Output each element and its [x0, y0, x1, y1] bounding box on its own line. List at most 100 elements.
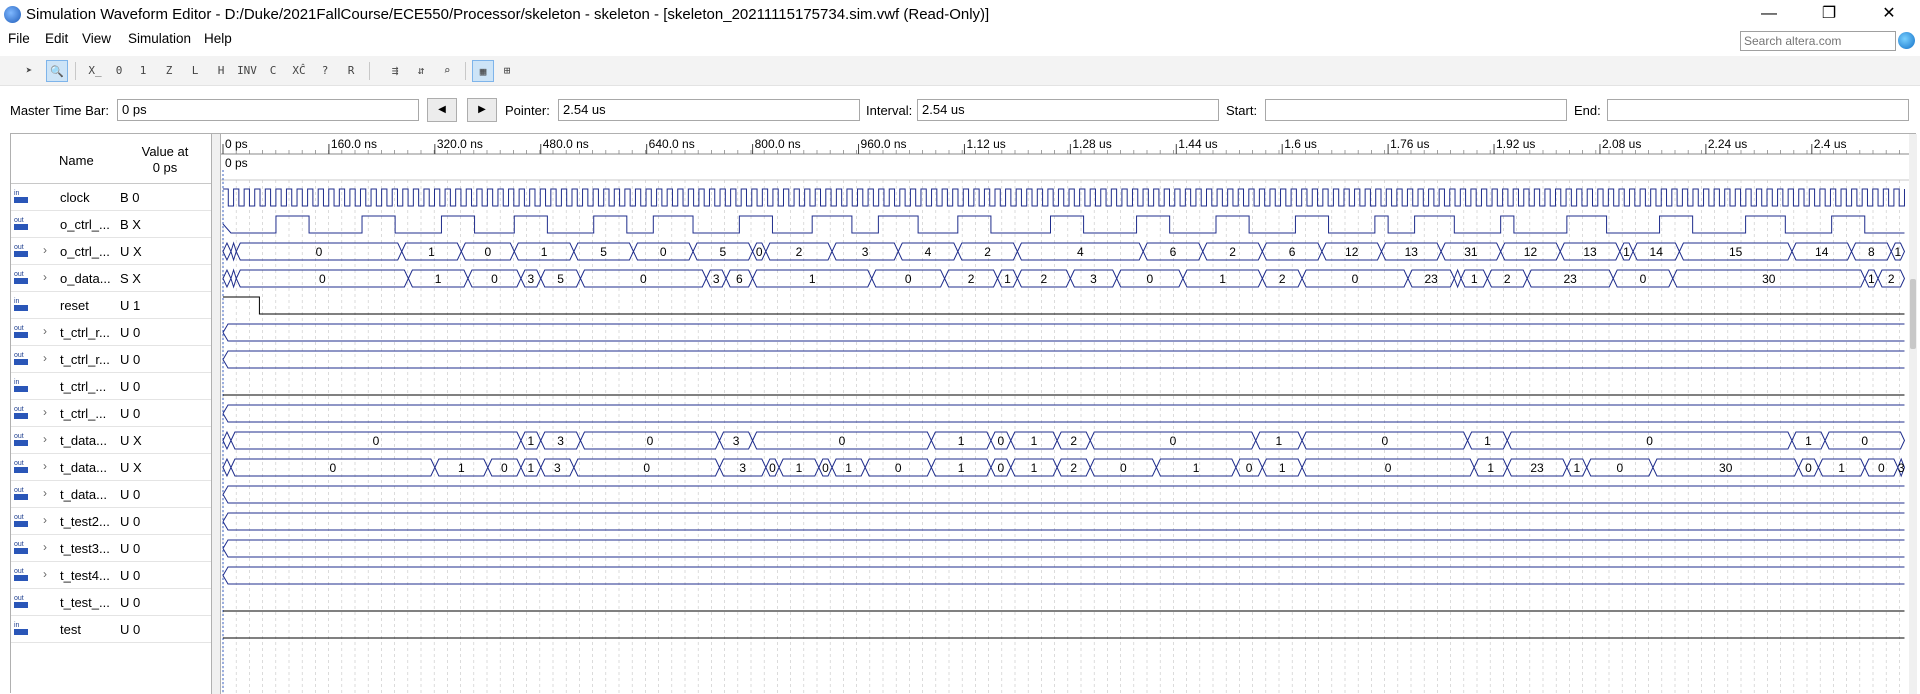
signal-row[interactable]: out › o_data... S X — [11, 265, 211, 292]
bus-value-label: 0 — [330, 461, 337, 475]
force-high-impedance-icon[interactable]: Z — [158, 60, 180, 82]
signal-value: U 0 — [120, 541, 141, 556]
value-column-header[interactable]: Value at 0 ps — [121, 144, 209, 176]
menu-view[interactable]: View — [82, 31, 111, 46]
signal-row[interactable]: out › t_ctrl_... U 0 — [11, 400, 211, 427]
signal-row[interactable]: in t_ctrl_... U 0 — [11, 373, 211, 400]
vertical-scrollbar[interactable] — [1909, 134, 1917, 694]
signal-row[interactable]: out › t_data... U 0 — [11, 481, 211, 508]
search-input[interactable] — [1741, 32, 1895, 50]
bus-value-label: 30 — [1762, 272, 1776, 286]
signal-row[interactable]: out › t_test4... U 0 — [11, 562, 211, 589]
bus-value-label: 8 — [1868, 245, 1875, 259]
signal-name: t_data... — [60, 460, 107, 475]
expand-chevron-icon[interactable]: › — [43, 351, 47, 365]
interval-field[interactable]: 2.54 us — [917, 99, 1219, 121]
expand-chevron-icon[interactable]: › — [43, 486, 47, 500]
output-pin-icon: out — [14, 244, 29, 258]
pin-bar — [14, 629, 28, 635]
signal-row[interactable]: out › o_ctrl_... U X — [11, 238, 211, 265]
force-unknown-icon[interactable]: X̲ — [84, 60, 106, 82]
signal-value: B X — [120, 217, 141, 232]
run-functional-simulation-icon[interactable]: ▦ — [472, 60, 494, 82]
snap-to-grid-icon[interactable]: ⇶ — [384, 60, 406, 82]
expand-chevron-icon[interactable]: › — [43, 513, 47, 527]
expand-chevron-icon[interactable]: › — [43, 540, 47, 554]
bus-value-label: 5 — [557, 272, 564, 286]
pin-bar — [14, 494, 28, 500]
sort-icon[interactable]: ⇵ — [410, 60, 432, 82]
menu-help[interactable]: Help — [204, 31, 232, 46]
previous-transition-button[interactable]: ◀ — [427, 98, 457, 122]
expand-chevron-icon[interactable]: › — [43, 567, 47, 581]
pointer-field[interactable]: 2.54 us — [558, 99, 860, 121]
expand-chevron-icon[interactable]: › — [43, 324, 47, 338]
reset-waveform — [223, 296, 1905, 315]
end-field[interactable] — [1607, 99, 1909, 121]
signal-row[interactable]: out t_test_... U 0 — [11, 589, 211, 616]
close-icon[interactable]: ✕ — [1866, 0, 1912, 28]
signal-row[interactable]: out › t_data... U X — [11, 427, 211, 454]
zoom-tool-icon[interactable]: 🔍 — [46, 60, 68, 82]
force-high-icon[interactable]: 1 — [132, 60, 154, 82]
run-timing-simulation-icon[interactable]: ⊞ — [496, 60, 518, 82]
pin-bar — [14, 386, 28, 392]
waveform-canvas[interactable]: 0 ps 160.0 ns 320.0 ns 480.0 ns 640.0 ns 800.… — [221, 134, 1909, 694]
output-pin-icon: out — [14, 406, 29, 420]
signal-row[interactable]: out › t_data... U X — [11, 454, 211, 481]
signal-row[interactable]: out › t_ctrl_r... U 0 — [11, 346, 211, 373]
bus-value-label: 1 — [1487, 461, 1494, 475]
expand-chevron-icon[interactable]: › — [43, 243, 47, 257]
count-value-icon[interactable]: C — [262, 60, 284, 82]
title-bar: Simulation Waveform Editor - D:/Duke/202… — [0, 0, 1920, 28]
next-transition-button[interactable]: ▶ — [467, 98, 497, 122]
arbitrary-value-icon[interactable]: ? — [314, 60, 336, 82]
bus-segment — [222, 241, 232, 262]
menu-file[interactable]: File — [8, 31, 30, 46]
master-time-bar-field[interactable]: 0 ps — [117, 99, 419, 121]
weak-low-icon[interactable]: L — [184, 60, 206, 82]
signal-value: U 0 — [120, 622, 141, 637]
selection-tool-icon[interactable]: ➤ — [18, 60, 40, 82]
waveform-panel[interactable]: 0 ps 160.0 ns 320.0 ns 480.0 ns 640.0 ns 800.… — [221, 134, 1909, 694]
menu-simulation[interactable]: Simulation — [128, 31, 191, 46]
menu-edit[interactable]: Edit — [45, 31, 68, 46]
panel-splitter[interactable] — [211, 134, 221, 694]
signal-row[interactable]: in reset U 1 — [11, 292, 211, 319]
minimize-icon[interactable]: — — [1746, 0, 1792, 28]
bus-value-label: 3 — [527, 272, 534, 286]
bus-value-label: 1 — [458, 461, 465, 475]
node-finder-icon[interactable]: ⌕ — [436, 60, 458, 82]
bus-value-label: 1 — [809, 272, 816, 286]
expand-chevron-icon[interactable]: › — [43, 432, 47, 446]
signal-row[interactable]: in test U 0 — [11, 616, 211, 643]
bus-value-label: 31 — [1464, 245, 1478, 259]
expand-chevron-icon[interactable]: › — [43, 459, 47, 473]
signal-row[interactable]: out › t_test3... U 0 — [11, 535, 211, 562]
signal-name: t_test4... — [60, 568, 110, 583]
signal-value: B 0 — [120, 190, 140, 205]
search-field[interactable] — [1740, 31, 1896, 51]
random-value-icon[interactable]: R — [340, 60, 362, 82]
expand-chevron-icon[interactable]: › — [43, 270, 47, 284]
time-bar: Master Time Bar: 0 ps ◀ ▶ Pointer: 2.54 … — [0, 96, 1920, 124]
vertical-scroll-thumb[interactable] — [1910, 279, 1916, 349]
restore-icon[interactable]: ❐ — [1806, 0, 1852, 28]
signal-value: U 0 — [120, 568, 141, 583]
signal-row[interactable]: out › t_ctrl_r... U 0 — [11, 319, 211, 346]
weak-high-icon[interactable]: H — [210, 60, 232, 82]
start-field[interactable] — [1265, 99, 1567, 121]
bus-value-label: 0 — [643, 461, 650, 475]
invert-icon[interactable]: INV — [236, 60, 258, 82]
name-column-header[interactable]: Name — [59, 153, 94, 168]
signal-name: o_ctrl_... — [60, 217, 110, 232]
pin-direction-text: out — [14, 406, 24, 413]
clock-icon[interactable]: XĈ — [288, 60, 310, 82]
expand-chevron-icon[interactable]: › — [43, 405, 47, 419]
signal-row[interactable]: out o_ctrl_... B X — [11, 211, 211, 238]
signal-row[interactable]: in clock B 0 — [11, 184, 211, 211]
search-go-icon[interactable] — [1898, 32, 1915, 49]
force-low-icon[interactable]: 0 — [108, 60, 130, 82]
bus-segment — [230, 241, 237, 262]
signal-row[interactable]: out › t_test2... U 0 — [11, 508, 211, 535]
